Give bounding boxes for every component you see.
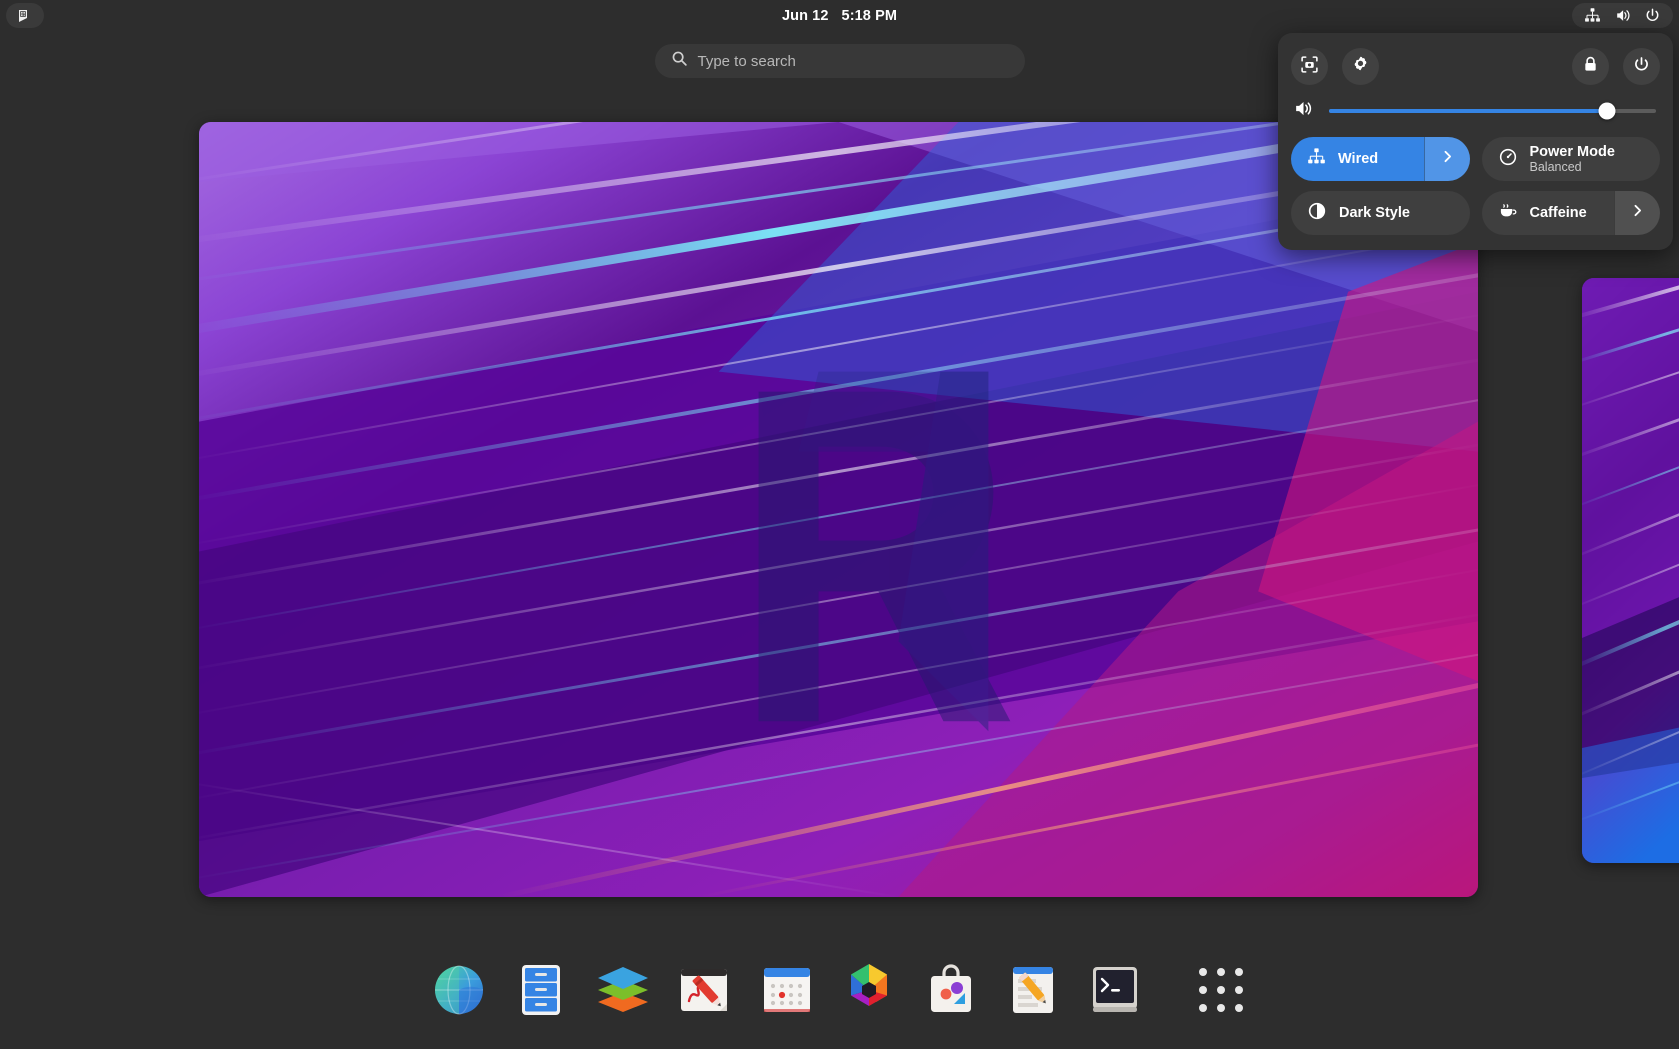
quick-tile-power-mode[interactable]: Power Mode Balanced <box>1481 137 1661 181</box>
gnome-overview-screen: Jun 12 5:18 PM Type to search Wired Powe… <box>0 0 1679 1049</box>
quick-tile-wired[interactable]: Wired <box>1291 137 1470 181</box>
dock-item-photos[interactable] <box>833 954 905 1026</box>
file-cabinet-icon <box>514 962 568 1018</box>
power-mode-gauge-icon <box>1498 147 1518 172</box>
pencil-document-icon <box>1006 962 1060 1018</box>
globe-browser-icon <box>430 961 488 1019</box>
volume-icon <box>1293 98 1314 124</box>
power-icon <box>1644 7 1661 24</box>
dark-style-contrast-icon <box>1307 201 1327 226</box>
quick-tile-wired-expand[interactable] <box>1423 137 1470 181</box>
quick-settings-tiles: Wired Power Mode Balanced Dark Style Caf… <box>1291 137 1660 235</box>
dock-items <box>423 954 1257 1026</box>
quick-tile-power-mode-main[interactable]: Power Mode Balanced <box>1482 137 1661 181</box>
clock-time: 5:18 PM <box>841 7 898 24</box>
dock-item-text-editor[interactable] <box>997 954 1069 1026</box>
quick-tile-dark-style-main[interactable]: Dark Style <box>1291 191 1470 235</box>
shopping-bag-software-icon <box>923 962 979 1018</box>
dock-item-files[interactable] <box>505 954 577 1026</box>
search-placeholder: Type to search <box>697 52 796 70</box>
settings-button[interactable] <box>1342 47 1379 85</box>
coffee-cup-icon <box>1498 201 1518 226</box>
gear-icon <box>1351 55 1370 77</box>
dock <box>0 930 1679 1049</box>
dock-item-drawing[interactable] <box>669 954 741 1026</box>
screenshot-button[interactable] <box>1291 47 1328 85</box>
crayon-drawing-icon <box>676 963 734 1017</box>
dock-item-software[interactable] <box>915 954 987 1026</box>
screenshot-icon <box>1300 55 1319 77</box>
power-button[interactable] <box>1623 47 1660 85</box>
quick-tile-wired-title: Wired <box>1338 150 1379 167</box>
terminal-prompt-icon <box>1087 963 1143 1017</box>
stacked-layers-icon <box>594 962 652 1018</box>
search-bar[interactable]: Type to search <box>654 44 1025 78</box>
quick-tile-power-mode-labels: Power Mode Balanced <box>1530 144 1615 174</box>
dock-item-terminal[interactable] <box>1079 954 1151 1026</box>
quick-tile-caffeine-main[interactable]: Caffeine <box>1482 191 1615 235</box>
quick-tile-wired-main[interactable]: Wired <box>1291 137 1424 181</box>
dock-item-web[interactable] <box>423 954 495 1026</box>
volume-slider-row[interactable] <box>1291 98 1660 124</box>
lock-icon <box>1581 55 1600 77</box>
app-grid-icon <box>1198 967 1243 1012</box>
top-bar: Jun 12 5:18 PM <box>0 0 1679 31</box>
search-input[interactable]: Type to search <box>654 44 1025 78</box>
calendar-icon <box>759 963 815 1017</box>
dock-item-calendar[interactable] <box>751 954 823 1026</box>
lock-button[interactable] <box>1572 47 1609 85</box>
power-icon <box>1632 55 1651 77</box>
wired-network-icon <box>1307 147 1326 171</box>
chevron-right-icon <box>1440 149 1455 169</box>
volume-slider-handle[interactable] <box>1598 102 1616 120</box>
search-icon <box>671 50 688 72</box>
topbar-app-indicator[interactable] <box>6 3 44 28</box>
clock-date: Jun 12 <box>781 7 829 24</box>
quick-tile-wired-labels: Wired <box>1338 151 1378 167</box>
clock-button[interactable]: Jun 12 5:18 PM <box>782 0 897 31</box>
quick-tile-dark-style[interactable]: Dark Style <box>1291 191 1470 235</box>
quick-tile-dark-style-labels: Dark Style <box>1339 205 1410 221</box>
wired-network-icon <box>1584 7 1601 24</box>
quick-tile-caffeine-title: Caffeine <box>1529 204 1587 221</box>
quick-tile-power-mode-title: Power Mode <box>1529 143 1615 160</box>
quick-tile-caffeine-expand[interactable] <box>1614 191 1660 235</box>
quick-settings-buttons-row <box>1291 46 1660 86</box>
dock-item-layers[interactable] <box>587 954 659 1026</box>
volume-slider-fill <box>1329 109 1607 113</box>
dock-item-show-apps[interactable] <box>1185 954 1257 1026</box>
wallpaper-2 <box>1582 278 1679 863</box>
quick-tile-caffeine-labels: Caffeine <box>1530 205 1587 221</box>
status-area-button[interactable] <box>1572 3 1673 28</box>
quick-tile-caffeine[interactable]: Caffeine <box>1481 191 1660 235</box>
quick-settings-panel: Wired Power Mode Balanced Dark Style Caf… <box>1278 33 1673 250</box>
hexagon-photos-icon <box>840 961 898 1019</box>
chevron-right-icon <box>1630 203 1645 223</box>
volume-icon <box>1614 7 1631 24</box>
quick-tile-dark-style-title: Dark Style <box>1339 204 1410 221</box>
workspace-thumbnail-2[interactable] <box>1582 278 1679 863</box>
window-app-icon <box>17 8 33 24</box>
quick-tile-power-mode-subtitle: Balanced <box>1529 160 1582 175</box>
volume-slider[interactable] <box>1329 102 1656 120</box>
